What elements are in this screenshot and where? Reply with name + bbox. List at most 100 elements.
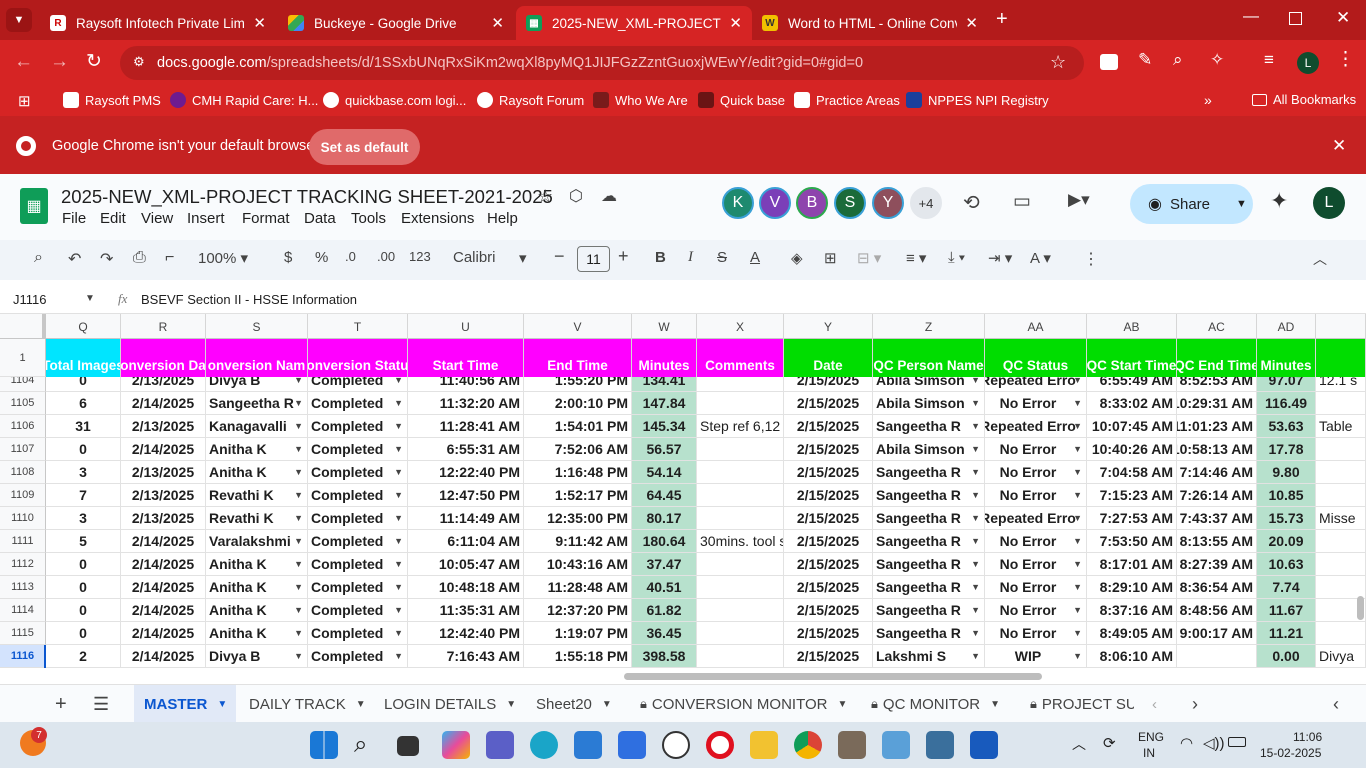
pen-icon[interactable]: ✎ [1138, 50, 1152, 70]
dropdown-chevron-icon[interactable]: ▼ [294, 513, 303, 523]
table-cell[interactable]: Repeated Erro ▼ [985, 377, 1087, 392]
table-cell[interactable]: 2/14/2025 [121, 645, 206, 668]
dropdown-chevron-icon[interactable]: ▼ [1073, 559, 1082, 569]
increase-font-size-button[interactable]: + [618, 246, 629, 267]
row-number[interactable]: 1114 [0, 599, 46, 622]
table-cell[interactable]: Abila Simson ▼ [873, 438, 985, 461]
table-cell[interactable]: 61.82 [632, 599, 697, 622]
sheet-tab-qc-monitor[interactable]: 🔒︎ QC MONITOR ▼ [871, 685, 1000, 723]
row-number[interactable]: 1112 [0, 553, 46, 576]
table-cell[interactable]: 0 [46, 553, 121, 576]
table-cell[interactable]: No Error ▼ [985, 599, 1087, 622]
table-cell[interactable]: Divya B ▼ [206, 377, 308, 392]
print-icon[interactable]: ⎙ [133, 249, 146, 267]
table-cell[interactable]: 40.51 [632, 576, 697, 599]
table-cell[interactable]: 2/14/2025 [121, 622, 206, 645]
dell-icon[interactable] [662, 731, 690, 759]
table-cell[interactable] [697, 392, 784, 415]
sheets-logo-icon[interactable]: ▦ [20, 188, 48, 224]
strikethrough-button[interactable]: S [717, 249, 727, 266]
select-all-corner[interactable] [0, 314, 46, 339]
profile-avatar[interactable]: L [1297, 52, 1319, 74]
table-cell[interactable]: 11:40:56 AM [408, 377, 524, 392]
table-cell[interactable] [697, 645, 784, 668]
dropdown-chevron-icon[interactable]: ▼ [394, 559, 403, 569]
browser-tab[interactable]: Buckeye - Google Drive ✕ [278, 6, 514, 40]
horizontal-align-icon[interactable]: ≡ ▾ [906, 249, 926, 267]
table-cell[interactable]: 7 [46, 484, 121, 507]
close-window-icon[interactable]: ✕ [1336, 8, 1350, 28]
sheet-tab-master[interactable]: MASTER ▼ [134, 685, 236, 723]
dropdown-chevron-icon[interactable]: ▼ [1073, 444, 1082, 454]
dropdown-chevron-icon[interactable]: ▼ [394, 490, 403, 500]
table-cell[interactable]: 0.00 [1257, 645, 1316, 668]
table-cell[interactable]: 147.84 [632, 392, 697, 415]
table-cell[interactable]: No Error ▼ [985, 461, 1087, 484]
table-cell[interactable]: 20.09 [1257, 530, 1316, 553]
cloud-status-icon[interactable]: ☁ [601, 186, 617, 206]
dropdown-chevron-icon[interactable]: ▼ [394, 582, 403, 592]
side-panel-toggle-icon[interactable]: ‹ [1333, 685, 1339, 723]
table-cell[interactable]: 11.67 [1257, 599, 1316, 622]
header-cell[interactable] [1316, 339, 1366, 377]
table-cell[interactable]: 2/15/2025 [784, 553, 873, 576]
table-cell[interactable]: 97.07 [1257, 377, 1316, 392]
site-info-icon[interactable]: ⚙ [133, 54, 145, 70]
teams-icon[interactable] [486, 731, 514, 759]
header-cell[interactable]: Date [784, 339, 873, 377]
url-bar[interactable]: ⚙ docs.google.com/spreadsheets/d/1SSxbUN… [120, 46, 1084, 80]
table-cell[interactable]: 53.63 [1257, 415, 1316, 438]
bold-button[interactable]: B [655, 249, 666, 266]
table-cell[interactable]: 2:00:10 PM [524, 392, 632, 415]
table-cell[interactable]: 7:14:46 AM [1177, 461, 1257, 484]
table-cell[interactable]: 2/15/2025 [784, 645, 873, 668]
header-cell[interactable]: QC End Time [1177, 339, 1257, 377]
meet-icon[interactable]: ▶▾ [1068, 190, 1090, 210]
comments-icon[interactable]: ▭ [1013, 190, 1031, 213]
gemini-icon[interactable]: ✦ [1270, 188, 1288, 214]
scroll-tabs-left-icon[interactable]: ‹ [1152, 685, 1157, 723]
dropdown-chevron-icon[interactable]: ▼ [1073, 377, 1082, 385]
app-icon[interactable] [926, 731, 954, 759]
dropdown-chevron-icon[interactable]: ▼ [1073, 582, 1082, 592]
language-indicator[interactable]: ENG [1138, 730, 1164, 744]
table-cell[interactable] [697, 484, 784, 507]
table-cell[interactable]: 2/15/2025 [784, 438, 873, 461]
row-number[interactable]: 1106 [0, 415, 46, 438]
dropdown-chevron-icon[interactable]: ▼ [294, 444, 303, 454]
table-cell[interactable]: 37.47 [632, 553, 697, 576]
menu-help[interactable]: Help [487, 210, 518, 227]
app-icon[interactable] [838, 731, 866, 759]
dropdown-chevron-icon[interactable]: ▼ [971, 490, 980, 500]
table-cell[interactable]: 9.80 [1257, 461, 1316, 484]
collaborator-avatar[interactable]: B [796, 187, 828, 219]
table-cell[interactable]: Completed ▼ [308, 392, 408, 415]
bookmark-item[interactable]: Quick base [698, 92, 785, 108]
collaborator-avatar[interactable]: K [722, 187, 754, 219]
sheet-tab-menu-icon[interactable]: ▼ [990, 699, 1000, 710]
column-header[interactable]: X [697, 314, 784, 339]
menu-view[interactable]: View [141, 210, 173, 227]
bookmark-item[interactable]: Raysoft PMS [63, 92, 161, 108]
column-header[interactable] [1316, 314, 1366, 339]
sync-icon[interactable]: ⟳ [1103, 734, 1116, 752]
table-cell[interactable]: 36.45 [632, 622, 697, 645]
table-cell[interactable]: 7:27:53 AM [1087, 507, 1177, 530]
table-cell[interactable]: Misse [1316, 507, 1366, 530]
header-cell[interactable]: Minutes [632, 339, 697, 377]
all-sheets-button[interactable]: ☰ [93, 685, 109, 723]
dropdown-chevron-icon[interactable]: ▼ [394, 467, 403, 477]
table-cell[interactable]: Repeated Erro ▼ [985, 507, 1087, 530]
table-cell[interactable]: Lakshmi S ▼ [873, 645, 985, 668]
document-title[interactable]: 2025-NEW_XML-PROJECT TRACKING SHEET-2021… [61, 186, 553, 208]
table-cell[interactable] [1316, 438, 1366, 461]
fill-color-icon[interactable]: ◈ [791, 249, 803, 267]
table-cell[interactable] [697, 553, 784, 576]
table-cell[interactable]: 12:37:20 PM [524, 599, 632, 622]
text-rotate-icon[interactable]: A ▾ [1030, 249, 1051, 267]
share-dropdown-icon[interactable]: ▼ [1236, 198, 1247, 210]
account-avatar[interactable]: L [1313, 187, 1345, 219]
opera-icon[interactable] [706, 731, 734, 759]
menu-extensions[interactable]: Extensions [401, 210, 474, 227]
table-cell[interactable]: Sangeetha R ▼ [873, 599, 985, 622]
